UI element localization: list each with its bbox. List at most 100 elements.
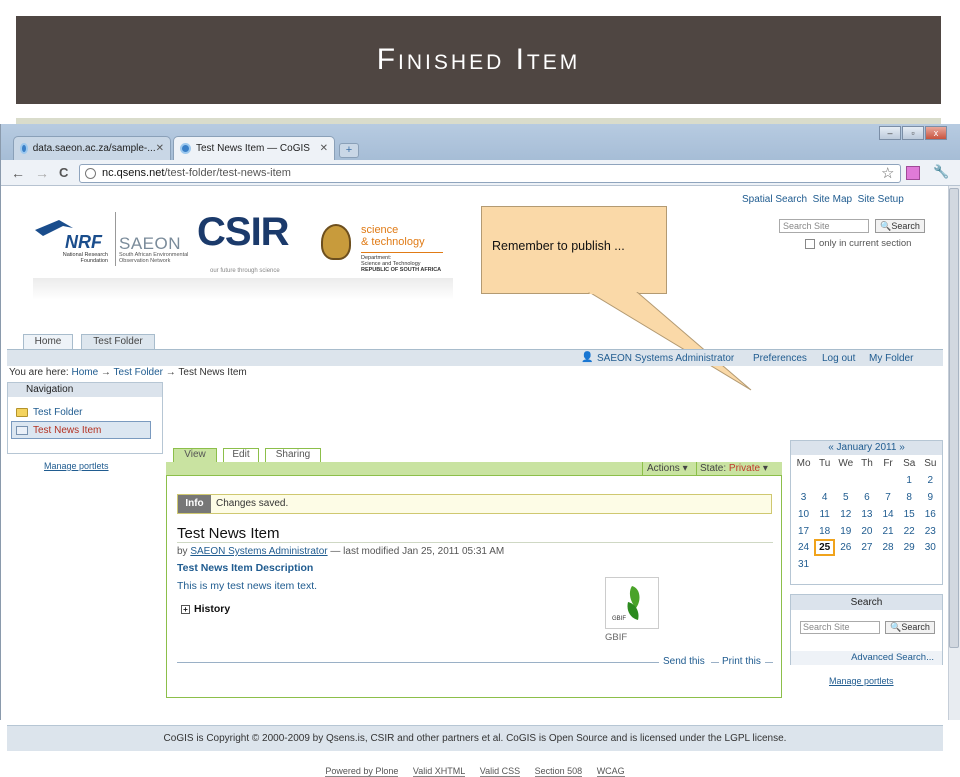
calendar-day[interactable]: 8 [899,489,920,506]
close-tab-icon[interactable]: ✕ [156,143,164,154]
logout-link[interactable]: Log out [822,353,855,364]
bookmark-star-icon[interactable]: ☆ [881,164,894,182]
site-map-link[interactable]: Site Map [813,194,852,205]
calendar-weekday: Tu [819,458,831,469]
site-setup-link[interactable]: Site Setup [858,194,904,205]
manage-portlets-right[interactable]: Manage portlets [829,676,894,686]
advanced-search-link[interactable]: Advanced Search... [791,651,942,665]
gbif-caption: GBIF [605,632,628,643]
colophon-link[interactable]: Valid CSS [479,766,521,777]
browser-tab-active[interactable]: Test News Item — CoGIS ✕ [173,136,335,160]
colophon-link[interactable]: WCAG [596,766,625,777]
extension-icon[interactable] [906,166,920,180]
minimize-button[interactable]: – [879,126,901,140]
actions-menu[interactable]: Actions ▾ [647,463,688,474]
manage-portlets-left[interactable]: Manage portlets [44,461,109,471]
calendar-day[interactable]: 10 [793,506,814,523]
colophon-link[interactable]: Valid XHTML [412,766,466,777]
calendar-day[interactable]: 24 [793,539,814,556]
breadcrumb-home[interactable]: Home [71,367,98,378]
preferences-link[interactable]: Preferences [753,353,807,364]
spatial-search-link[interactable]: Spatial Search [742,194,807,205]
calendar-empty-cell [793,472,814,489]
browser-tab[interactable]: data.saeon.ac.za/sample-... ✕ [13,136,171,160]
info-text: Changes saved. [216,498,289,509]
close-window-button[interactable]: x [925,126,947,140]
coat-of-arms-icon [321,224,351,260]
calendar-day[interactable]: 19 [835,523,856,540]
search-input[interactable]: Search Site [779,219,869,233]
tab-view[interactable]: View [173,448,217,462]
author-link[interactable]: SAEON Systems Administrator [190,546,327,557]
reload-icon[interactable]: C [59,165,68,180]
current-section-checkbox[interactable] [805,239,815,249]
calendar-day[interactable]: 27 [856,539,877,556]
calendar-day[interactable]: 17 [793,523,814,540]
calendar-day[interactable]: 1 [899,472,920,489]
calendar-day[interactable]: 26 [835,539,856,556]
calendar-day[interactable]: 3 [793,489,814,506]
my-folder-link[interactable]: My Folder [869,353,913,364]
url-path: /test-folder/test-news-item [164,167,291,179]
side-search-button[interactable]: 🔍Search [885,621,935,634]
tab-test-folder[interactable]: Test Folder [81,334,155,349]
calendar-day[interactable]: 11 [814,506,835,523]
calendar-day[interactable]: 23 [920,523,941,540]
calendar-day[interactable]: 15 [899,506,920,523]
calendar-day[interactable]: 16 [920,506,941,523]
close-tab-icon[interactable]: ✕ [320,143,328,154]
slide-title-bar: Finished Item [16,16,941,104]
calendar-day[interactable]: 18 [814,523,835,540]
calendar-day[interactable]: 21 [878,523,899,540]
user-name-link[interactable]: SAEON Systems Administrator [597,353,734,364]
tab-sharing[interactable]: Sharing [265,448,321,462]
calendar-day[interactable]: 6 [856,489,877,506]
calendar-day[interactable]: 31 [793,556,814,573]
history-toggle[interactable]: + History [181,603,230,615]
side-search-input[interactable]: Search Site [800,621,880,634]
browser-window: data.saeon.ac.za/sample-... ✕ Test News … [0,124,960,777]
send-this-link[interactable]: Send this [663,656,705,667]
tab-edit[interactable]: Edit [223,448,259,462]
calendar-weekday: Mo [796,458,811,469]
calendar-month-nav[interactable]: « January 2011 » [791,441,942,455]
calendar-day[interactable]: 9 [920,489,941,506]
new-tab-button[interactable]: + [339,143,359,158]
print-this-link[interactable]: Print this [722,656,761,667]
tab-home[interactable]: Home [23,334,73,349]
scrollbar-thumb[interactable] [949,188,959,648]
forward-icon[interactable]: → [35,165,49,181]
chrome-page-icon [180,143,191,154]
calendar-day[interactable]: 12 [835,506,856,523]
wrench-icon[interactable]: 🔧 [933,164,949,180]
nrf-subtitle: National Research Foundation [62,252,108,264]
browser-toolbar: ← → C nc.qsens.net/test-folder/test-news… [1,160,960,186]
state-menu[interactable]: State: Private ▾ [700,463,768,474]
breadcrumb-test-folder[interactable]: Test Folder [114,367,163,378]
calendar-day[interactable]: 22 [899,523,920,540]
calendar-empty-cell [814,472,835,489]
calendar-day[interactable]: 28 [878,539,899,556]
nav-item-test-folder[interactable]: Test Folder [16,407,82,418]
search-portlet-title: Search [791,595,942,610]
back-icon[interactable]: ← [11,165,25,181]
search-button[interactable]: 🔍Search [875,219,925,233]
byline: by SAEON Systems Administrator — last mo… [177,546,504,557]
nav-item-test-news-item[interactable]: Test News Item [16,425,101,436]
calendar-day[interactable]: 20 [856,523,877,540]
address-bar[interactable]: nc.qsens.net/test-folder/test-news-item [79,164,901,183]
colophon-link[interactable]: Section 508 [534,766,583,777]
maximize-button[interactable]: ▫ [902,126,924,140]
colophon-link[interactable]: Powered by Plone [325,766,399,777]
personal-bar: 👤 SAEON Systems Administrator Preference… [7,349,943,366]
calendar-day[interactable]: 13 [856,506,877,523]
calendar-day[interactable]: 30 [920,539,941,556]
calendar-day[interactable]: 7 [878,489,899,506]
calendar-day[interactable]: 29 [899,539,920,556]
calendar-day[interactable]: 25 [814,539,836,557]
calendar-day[interactable]: 5 [835,489,856,506]
calendar-day[interactable]: 14 [878,506,899,523]
calendar-day[interactable]: 2 [920,472,941,489]
calendar-weekday: Th [861,458,873,469]
calendar-day[interactable]: 4 [814,489,835,506]
